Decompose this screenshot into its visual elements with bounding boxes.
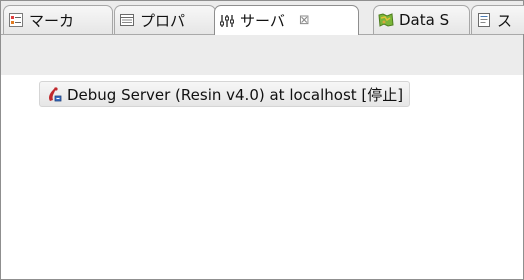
tab-snippets[interactable]: ス bbox=[471, 5, 524, 34]
markers-icon bbox=[8, 12, 24, 28]
tab-label: マーカ bbox=[29, 11, 75, 30]
close-tab-icon[interactable]: ⊠ bbox=[299, 13, 310, 28]
view-tab-bar: マーカ プロパ サーバ ⊠ Data S ス bbox=[1, 1, 524, 35]
tab-markers[interactable]: マーカ bbox=[3, 5, 113, 34]
servers-view-frame: マーカ プロパ サーバ ⊠ Data S ス Debug Server (Res… bbox=[0, 0, 524, 280]
tab-label: Data S bbox=[399, 11, 450, 29]
tab-properties[interactable]: プロパ bbox=[114, 5, 216, 34]
server-label: Debug Server (Resin v4.0) at localhost [… bbox=[67, 85, 404, 104]
tab-servers[interactable]: サーバ ⊠ bbox=[214, 5, 359, 35]
debug-server-icon bbox=[46, 86, 62, 102]
servers-tree: Debug Server (Resin v4.0) at localhost [… bbox=[1, 75, 523, 279]
servers-icon bbox=[219, 13, 235, 29]
server-entry[interactable]: Debug Server (Resin v4.0) at localhost [… bbox=[39, 81, 411, 107]
snippets-icon bbox=[476, 12, 492, 28]
tab-label: サーバ bbox=[240, 12, 285, 30]
properties-icon bbox=[119, 12, 135, 28]
data-source-icon bbox=[378, 12, 394, 28]
tab-label: ス bbox=[497, 11, 513, 30]
view-toolbar bbox=[1, 35, 523, 75]
tab-data-source[interactable]: Data S bbox=[373, 5, 470, 34]
tab-label: プロパ bbox=[140, 11, 186, 30]
